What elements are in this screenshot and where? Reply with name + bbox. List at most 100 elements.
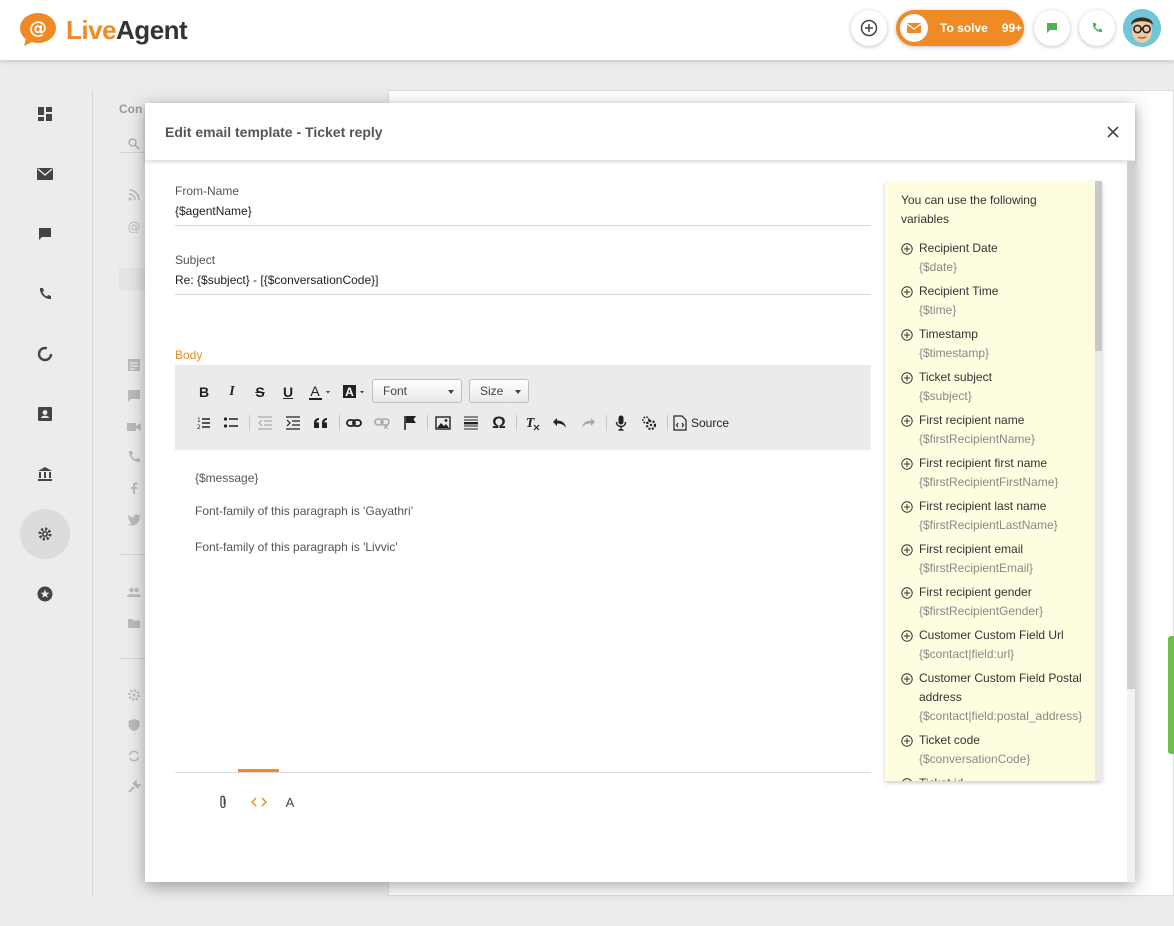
indent-button[interactable]	[283, 412, 303, 434]
text-color-button[interactable]: A	[307, 381, 333, 403]
call-button[interactable]	[1079, 10, 1115, 46]
video-icon	[127, 423, 141, 431]
subject-field[interactable]: Re: {$subject} - [{$conversationCode}]	[175, 273, 871, 295]
wrench-icon	[128, 780, 141, 793]
code-tab[interactable]	[249, 793, 269, 811]
variable-name: Customer Custom Field Url	[919, 628, 1064, 642]
outdent-icon	[258, 416, 272, 430]
sidebar-item-reports[interactable]	[20, 329, 70, 379]
unlink-button[interactable]	[372, 412, 392, 434]
undo-button[interactable]	[550, 412, 570, 434]
sync-icon	[128, 750, 140, 762]
code-icon	[251, 797, 267, 807]
svg-text:1: 1	[197, 417, 201, 424]
microphone-button[interactable]	[611, 412, 631, 434]
toolbar-separator	[249, 415, 250, 431]
svg-text:@: @	[128, 220, 141, 233]
feedback-tab[interactable]	[1168, 636, 1174, 754]
background-color-button[interactable]: A	[341, 381, 367, 403]
source-button[interactable]: Source	[673, 412, 735, 434]
to-solve-count: 99+	[1001, 21, 1023, 35]
logo[interactable]: @ LiveAgent	[18, 12, 188, 48]
undo-icon	[553, 418, 566, 428]
add-variable-icon	[901, 329, 913, 341]
add-variable-icon	[901, 415, 913, 427]
add-variable-icon	[901, 587, 913, 599]
size-dropdown[interactable]: Size	[469, 379, 529, 403]
image-icon	[435, 416, 451, 430]
modal-title: Edit email template - Ticket reply	[165, 124, 383, 140]
sidebar-item-plugins[interactable]	[20, 569, 70, 619]
search-icon	[128, 138, 140, 150]
sidebar-item-companies[interactable]	[20, 449, 70, 499]
variable-code: {$contact|field:postal_address}	[919, 709, 1083, 723]
dashboard-icon	[38, 107, 52, 121]
font-dropdown[interactable]: Font	[372, 379, 462, 403]
editor-paragraph: Font-family of this paragraph is 'Gayath…	[195, 504, 414, 518]
chevron-down-icon	[515, 390, 521, 394]
sidebar-item-settings[interactable]	[20, 509, 70, 559]
italic-button[interactable]: I	[223, 381, 241, 403]
bulleted-list-button[interactable]	[221, 412, 241, 434]
modal-scrollbar-thumb[interactable]	[1127, 161, 1135, 689]
horizontal-line-button[interactable]	[461, 412, 481, 434]
add-button[interactable]	[851, 10, 887, 46]
svg-text:@: @	[29, 18, 47, 39]
add-variable-icon	[901, 673, 913, 685]
remove-format-icon: T	[526, 416, 540, 431]
sidebar-item-dashboard[interactable]	[20, 89, 70, 139]
variables-scrollbar-thumb[interactable]	[1095, 181, 1102, 351]
settings-button[interactable]	[639, 412, 659, 434]
bulleted-list-icon	[223, 417, 238, 428]
at-icon: @	[128, 220, 141, 233]
toolbar-separator	[606, 415, 607, 431]
to-solve-button[interactable]: To solve 99+	[896, 10, 1024, 46]
attachment-tab[interactable]	[213, 793, 233, 811]
variable-code: {$timestamp}	[919, 346, 990, 360]
avatar[interactable]	[1123, 9, 1161, 47]
variable-name: First recipient name	[919, 413, 1025, 427]
sidebar-item-tickets[interactable]	[20, 149, 70, 199]
image-button[interactable]	[433, 412, 453, 434]
subpanel-divider	[119, 554, 148, 555]
reports-icon	[37, 346, 53, 362]
add-variable-icon	[901, 243, 913, 255]
bold-button[interactable]: B	[195, 381, 213, 403]
special-character-button[interactable]: Ω	[489, 412, 509, 434]
anchor-button[interactable]	[400, 412, 420, 434]
sidebar-item-calls[interactable]	[20, 269, 70, 319]
chat-button[interactable]	[1034, 10, 1070, 46]
editor-paragraph: Font-family of this paragraph is 'Livvic…	[195, 540, 398, 554]
underline-button[interactable]: U	[279, 381, 297, 403]
indent-icon	[286, 416, 300, 430]
add-variable-icon	[901, 372, 913, 384]
settings-icon	[642, 416, 657, 431]
editor-content[interactable]	[175, 450, 871, 770]
numbered-list-icon: 12	[197, 417, 210, 430]
link-button[interactable]	[344, 412, 364, 434]
toolbar-separator	[516, 415, 517, 431]
outdent-button[interactable]	[255, 412, 275, 434]
redo-button[interactable]	[578, 412, 598, 434]
from-name-field[interactable]: {$agentName}	[175, 204, 871, 226]
logo-text: LiveAgent	[66, 15, 188, 46]
horizontal-line-icon	[464, 416, 478, 430]
remove-format-button[interactable]: T	[522, 412, 542, 434]
sidebar-item-contacts[interactable]	[20, 389, 70, 439]
template-icon	[128, 359, 140, 371]
variable-code: {$date}	[919, 260, 958, 274]
blockquote-button[interactable]	[311, 412, 331, 434]
close-icon[interactable]	[1104, 123, 1122, 141]
sidebar-item-chats[interactable]	[20, 209, 70, 259]
variables-scrollbar[interactable]	[1095, 181, 1102, 781]
svg-text:T: T	[526, 416, 536, 431]
variable-code: {$firstRecipientLastName}	[919, 518, 1058, 532]
variable-code: {$firstRecipientFirstName}	[919, 475, 1059, 489]
text-tab[interactable]: A	[280, 793, 300, 811]
modal-scrollbar[interactable]	[1127, 161, 1135, 882]
strikethrough-button[interactable]: S	[251, 381, 269, 403]
unlink-icon	[374, 418, 390, 429]
text-color-icon: A	[309, 383, 330, 400]
add-variable-icon	[901, 501, 913, 513]
numbered-list-button[interactable]: 12	[193, 412, 213, 434]
